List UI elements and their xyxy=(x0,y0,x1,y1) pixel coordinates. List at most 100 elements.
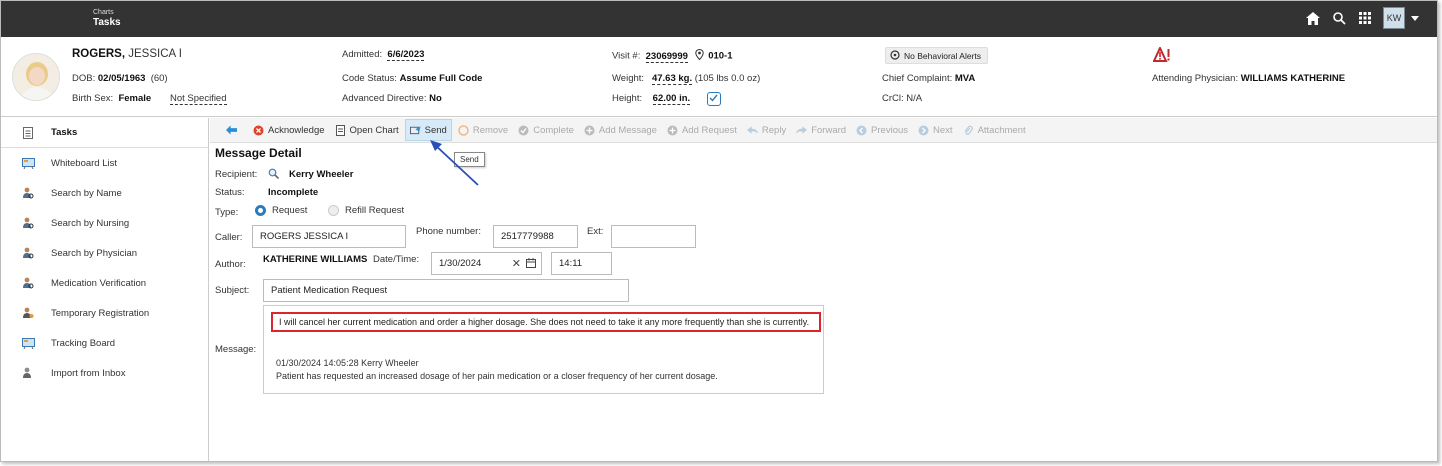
person-add-icon xyxy=(21,306,35,320)
sidebar-item-label: Whiteboard List xyxy=(51,157,118,169)
sidebar-item-whiteboard-list[interactable]: Whiteboard List xyxy=(1,148,208,178)
patient-banner: ROGERS, JESSICA I DOB: 02/05/1963 (60) B… xyxy=(1,37,1437,117)
search-icon[interactable] xyxy=(1331,10,1347,26)
chief-complaint: Chief Complaint: MVA xyxy=(882,73,976,84)
datetime-label: Date/Time: xyxy=(373,254,420,265)
new-message-input[interactable]: I will cancel her current medication and… xyxy=(271,312,821,332)
home-icon[interactable] xyxy=(1305,10,1321,26)
admitted-date: Admitted: 6/6/2023 xyxy=(342,49,425,61)
caller-input[interactable]: ROGERS JESSICA I xyxy=(252,225,406,248)
breadcrumb[interactable]: Charts xyxy=(93,9,114,17)
patient-sex: Birth Sex: Female xyxy=(72,93,152,104)
person-search-icon xyxy=(21,216,35,230)
app-window: Charts Tasks KW ROGERS, JESSICA I DOB: 0… xyxy=(0,0,1438,462)
add-icon xyxy=(584,125,595,136)
message-box: I will cancel her current medication and… xyxy=(263,305,824,394)
visit-number: Visit #: 23069999 010-1 xyxy=(612,48,733,63)
sidebar-item-temporary-registration[interactable]: Temporary Registration xyxy=(1,298,208,328)
sidebar-item-import-from-inbox[interactable]: Import from Inbox xyxy=(1,358,208,388)
person-search-icon xyxy=(21,276,35,290)
person-search-icon xyxy=(21,246,35,260)
sidebar-item-label: Tracking Board xyxy=(51,337,116,349)
status-label: Status: xyxy=(215,187,245,198)
sidebar-item-search-by-nursing[interactable]: Search by Nursing xyxy=(1,208,208,238)
acknowledge-button[interactable]: Acknowledge xyxy=(249,119,329,141)
person-search-icon xyxy=(21,186,35,200)
code-status: Code Status: Assume Full Code xyxy=(342,73,483,84)
sidebar-item-medication-verification[interactable]: Medication Verification xyxy=(1,268,208,298)
sidebar-item-label: Search by Name xyxy=(51,187,122,199)
next-button[interactable]: Next xyxy=(914,119,957,141)
radio-unselected xyxy=(328,205,339,216)
advanced-directive: Advanced Directive: No xyxy=(342,93,442,104)
sidebar-item-tracking-board[interactable]: Tracking Board xyxy=(1,328,208,358)
alert-pin-icon xyxy=(890,49,900,62)
next-icon xyxy=(918,125,929,136)
apps-grid-icon[interactable] xyxy=(1357,10,1373,26)
sidebar-item-label: Search by Physician xyxy=(51,247,138,259)
sidebar-item-label: Temporary Registration xyxy=(51,307,150,319)
reply-icon xyxy=(746,125,758,136)
patient-photo xyxy=(12,53,60,101)
complete-button[interactable]: Complete xyxy=(514,119,578,141)
tasks-icon xyxy=(21,126,35,140)
location-pin-icon xyxy=(694,48,704,63)
message-toolbar: Acknowledge Open Chart Send Remove Compl… xyxy=(210,118,1437,143)
date-input[interactable]: 1/30/2024 ✕ xyxy=(431,252,542,275)
radio-selected xyxy=(255,205,266,216)
forward-button[interactable]: Forward xyxy=(792,119,850,141)
sidebar-item-label: Tasks xyxy=(51,127,78,138)
sidebar-item-label: Search by Nursing xyxy=(51,217,130,229)
gender-identity-link[interactable]: Not Specified xyxy=(170,93,227,105)
user-menu[interactable]: KW xyxy=(1383,7,1419,29)
sidebar-item-search-by-physician[interactable]: Search by Physician xyxy=(1,238,208,268)
author-label: Author: xyxy=(215,259,246,270)
add-request-button[interactable]: Add Request xyxy=(663,119,741,141)
crcl: CrCl: N/A xyxy=(882,93,923,104)
back-button[interactable] xyxy=(222,119,241,141)
allergy-alert-icon[interactable] xyxy=(1152,45,1171,65)
send-icon xyxy=(409,125,421,136)
page-title: Tasks xyxy=(93,17,121,28)
behavioral-alerts-label: No Behavioral Alerts xyxy=(904,50,982,61)
previous-button[interactable]: Previous xyxy=(852,119,912,141)
ext-label: Ext: xyxy=(587,226,604,237)
type-request-radio[interactable]: Request xyxy=(255,205,307,216)
sidebar-item-label: Medication Verification xyxy=(51,277,147,289)
history-body: Patient has requested an increased dosag… xyxy=(276,371,718,381)
calendar-icon[interactable] xyxy=(526,258,536,271)
caller-label: Caller: xyxy=(215,232,243,243)
add-message-button[interactable]: Add Message xyxy=(580,119,661,141)
phone-label: Phone number: xyxy=(416,226,481,237)
top-bar: Charts Tasks KW xyxy=(1,1,1437,37)
behavioral-alerts-badge[interactable]: No Behavioral Alerts xyxy=(885,47,989,64)
user-avatar[interactable]: KW xyxy=(1383,7,1405,29)
subject-input[interactable]: Patient Medication Request xyxy=(263,279,629,302)
measurement-chart-icon[interactable] xyxy=(707,92,721,106)
type-label: Type: xyxy=(215,207,239,218)
sidebar-item-tasks[interactable]: Tasks xyxy=(1,118,208,148)
message-detail-title: Message Detail xyxy=(215,146,302,160)
sidebar: Tasks Whiteboard List Search by Name Sea… xyxy=(1,118,209,461)
recipient-label: Recipient: xyxy=(215,169,258,180)
attachment-button[interactable]: Attachment xyxy=(959,119,1030,141)
patient-weight: Weight: 47.63 kg. (105 lbs 0.0 oz) xyxy=(612,73,761,85)
message-detail-panel: Message Detail Send Recipient: Kerry Whe… xyxy=(210,140,1437,461)
ext-input[interactable] xyxy=(611,225,696,248)
phone-input[interactable]: 2517779988 xyxy=(493,225,578,248)
import-icon xyxy=(21,366,35,380)
status-value: Incomplete xyxy=(268,187,319,198)
sidebar-item-label: Import from Inbox xyxy=(51,367,126,379)
time-input[interactable]: 14:11 xyxy=(551,252,612,275)
recipient-search-icon[interactable] xyxy=(268,168,280,182)
sidebar-item-search-by-name[interactable]: Search by Name xyxy=(1,178,208,208)
clear-icon[interactable]: ✕ xyxy=(512,257,521,270)
chevron-down-icon[interactable] xyxy=(1411,15,1419,21)
open-chart-button[interactable]: Open Chart xyxy=(331,119,403,141)
board-icon xyxy=(21,336,35,350)
type-refill-radio[interactable]: Refill Request xyxy=(328,205,404,216)
remove-icon xyxy=(458,124,469,136)
back-arrow-icon xyxy=(226,125,237,136)
annotation-arrow xyxy=(430,140,479,186)
reply-button[interactable]: Reply xyxy=(743,119,790,141)
